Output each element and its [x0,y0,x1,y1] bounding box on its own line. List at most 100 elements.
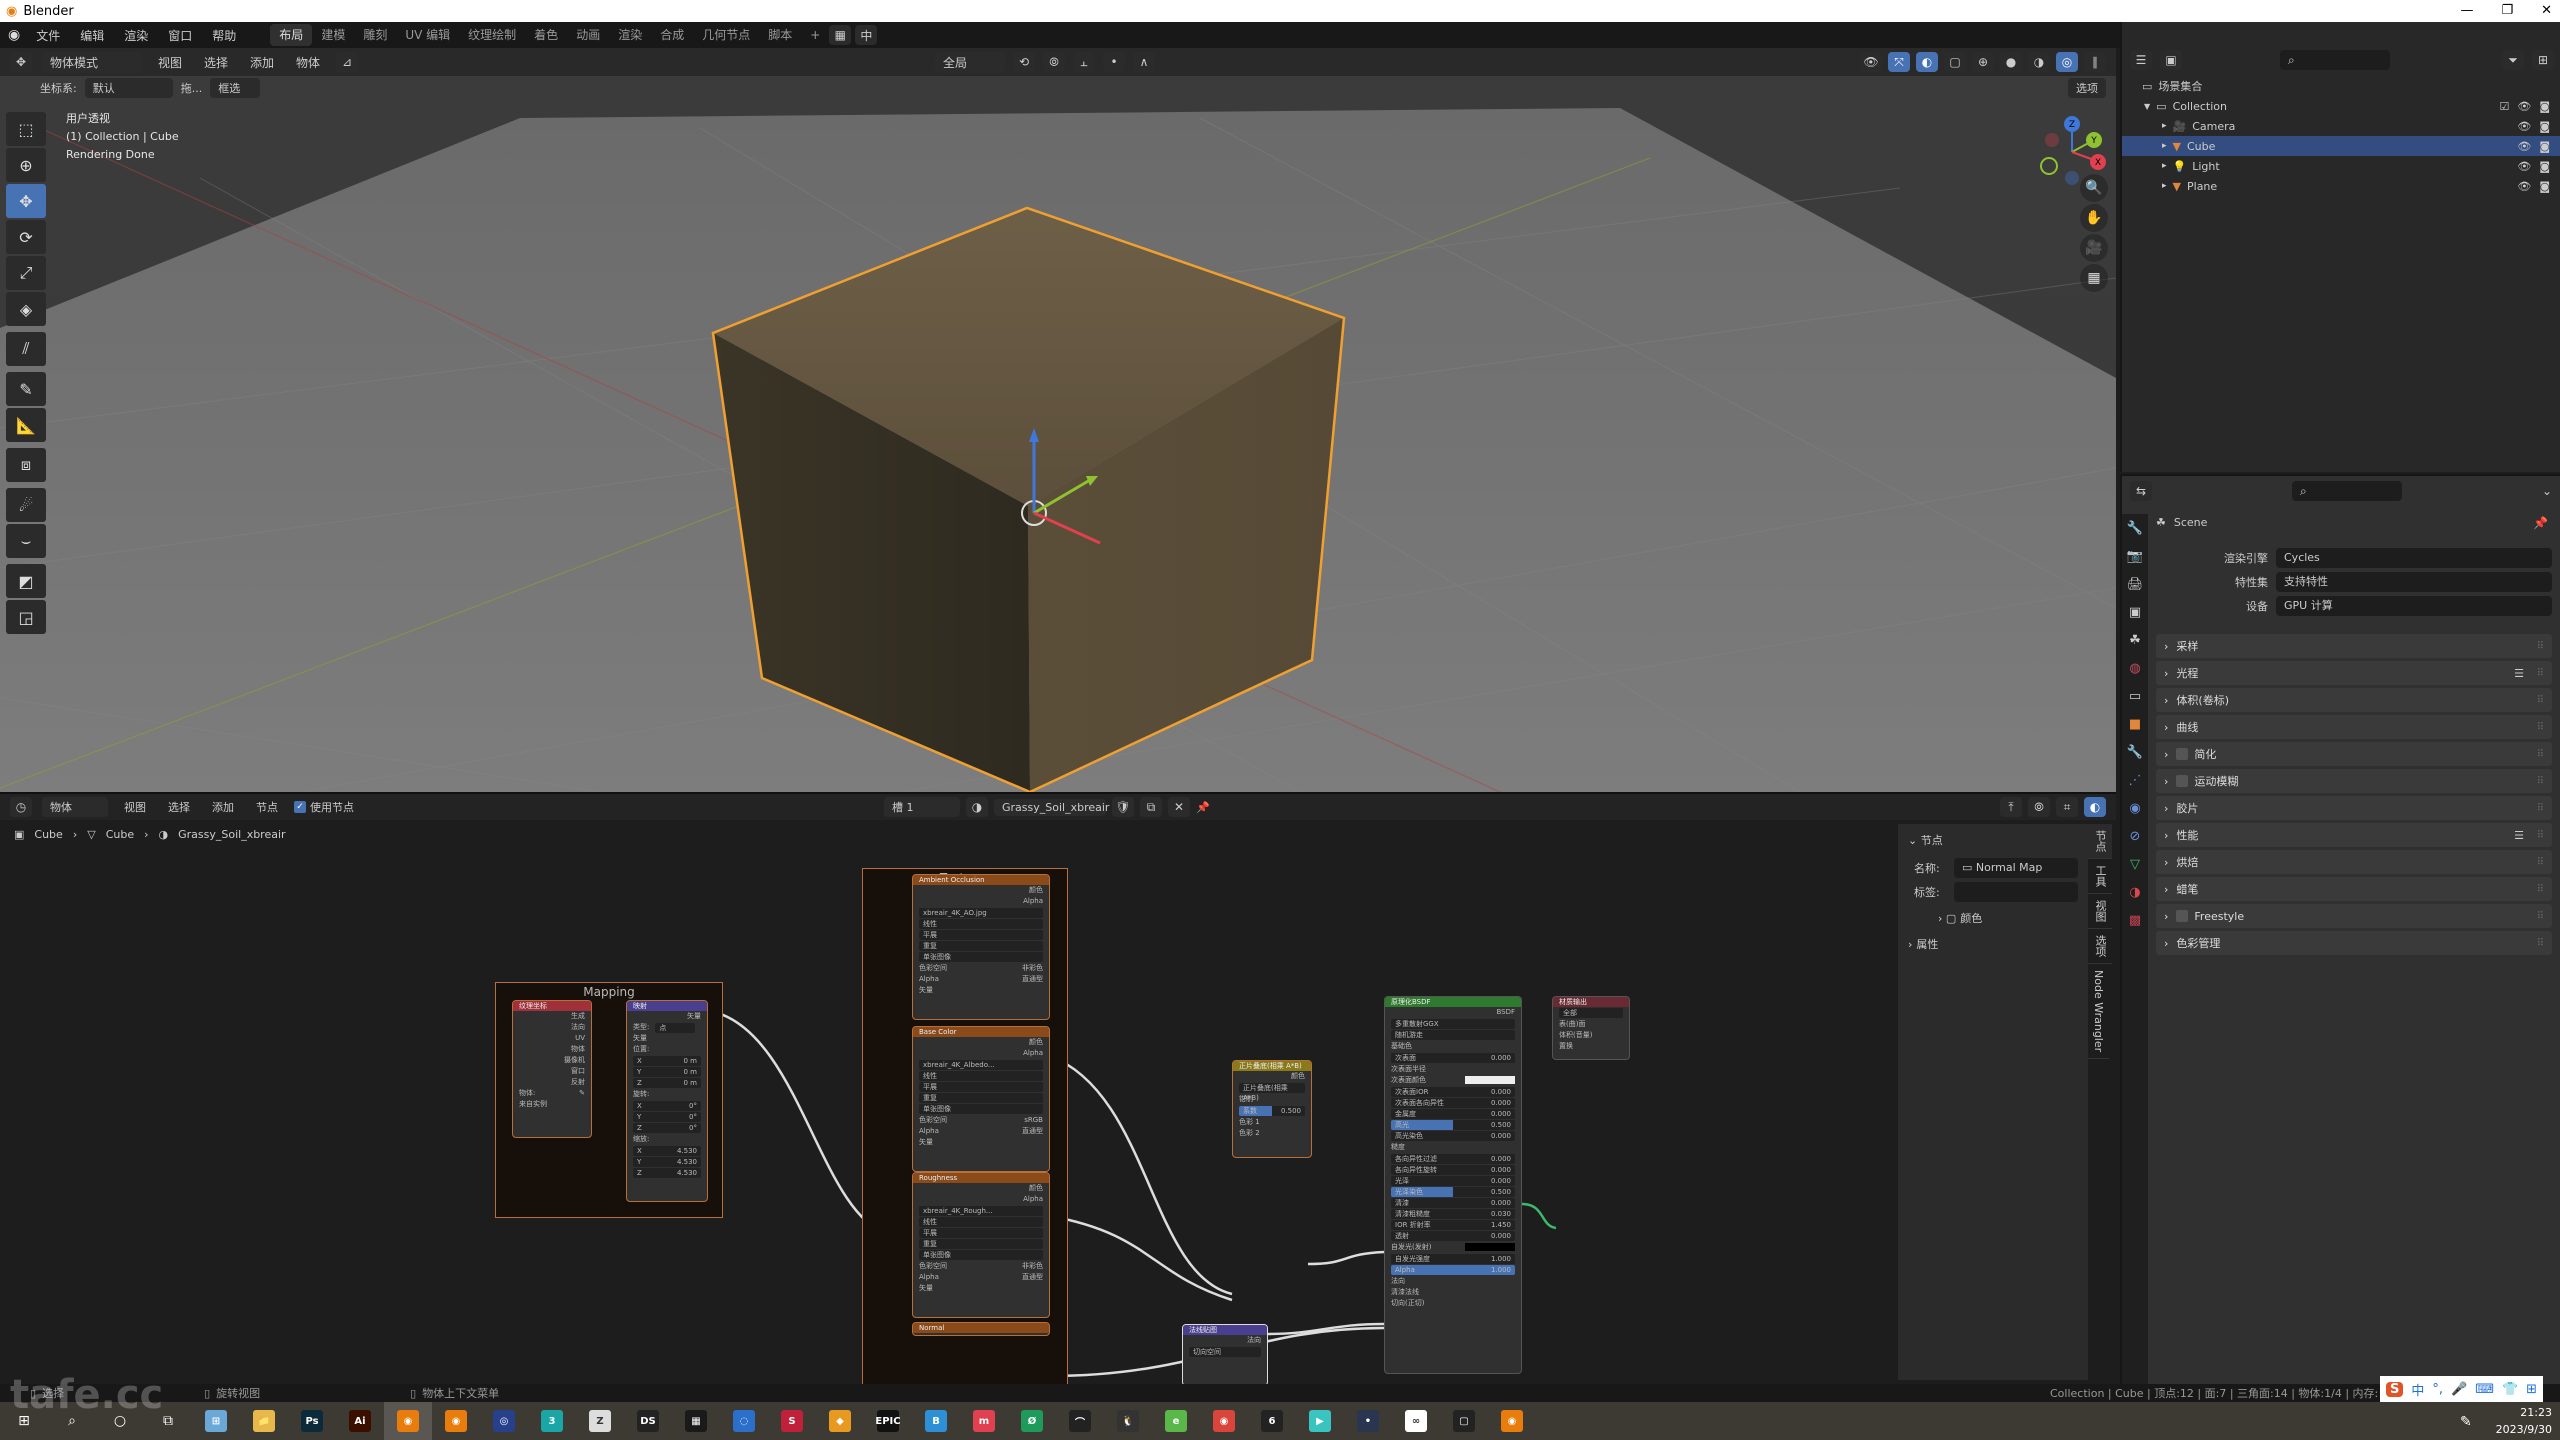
normal-map-node[interactable]: 法线贴图 法向 切向空间 [1182,1324,1268,1384]
options-dropdown[interactable]: 选项 [2068,78,2106,98]
color-swatch[interactable] [1465,1243,1515,1251]
drag-handle-icon[interactable]: ⠿ [2537,668,2544,679]
bsdf-input-socket[interactable]: 清漆法线 [1385,1287,1521,1298]
object-tab-icon[interactable]: ■ [2122,710,2148,738]
scale-tool[interactable]: ⤢ [6,256,46,290]
image-option-dropdown[interactable]: 平展 [919,1228,1043,1238]
shading-rendered-icon[interactable]: ◎ [2056,52,2078,72]
panel-4[interactable]: › 简化 ⠿ [2156,742,2552,766]
collection-row[interactable]: ▼ ▭ Collection ☑ 👁 ◙ [2122,96,2560,116]
sidebar-tab-view[interactable]: 视图 [2088,894,2112,929]
mapping-scl-x-field[interactable]: X 4.530 [633,1146,701,1156]
taskbar-app-app-cam[interactable]: ▢ [1440,1402,1488,1440]
menu-help[interactable]: 帮助 [202,27,246,44]
material-tab-icon[interactable]: ◑ [2122,878,2148,906]
visibility-eye-icon[interactable]: 👁 [2517,180,2531,193]
taskbar-app-zbrush[interactable]: Z [576,1402,624,1440]
gizmo-toggle-icon[interactable]: ⤧ [1888,52,1910,72]
taskbar-app-blender[interactable]: ◉ [384,1402,432,1440]
tab-animation[interactable]: 动画 [567,24,609,46]
output-input-socket[interactable]: 体积(音量) [1553,1030,1629,1041]
annotate-tool[interactable]: ⫽ [6,332,46,366]
presets-list-icon[interactable]: ☰ [2514,667,2524,680]
color-swatch[interactable] [1465,1076,1515,1084]
mix-rgb-node[interactable]: 正片叠底(相乘 A*B) 颜色 正片叠底(相乘 A*B) 钳制 系数 0.500 … [1232,1060,1312,1158]
colorspace-dropdown[interactable]: 非彩色 [1022,963,1043,974]
close-button[interactable]: ✕ [2541,0,2552,22]
panel-checkbox[interactable] [2176,775,2189,787]
collection-tab-icon[interactable]: ▭ [2122,682,2148,710]
ime-toolbar[interactable]: S 中 °, 🎤 ⌨ 👕 ⊞ [2380,1376,2544,1402]
taskbar-app-explorer-window[interactable]: ⊞ [192,1402,240,1440]
proportional-edit-icon[interactable]: • [1103,52,1125,72]
image-option-dropdown[interactable]: 线性 [919,1217,1043,1227]
mapping-rot-x-field[interactable]: X 0° [633,1101,701,1111]
ime-skin-icon[interactable]: 👕 [2502,1382,2518,1397]
taskbar-app-blender-2[interactable]: ◉ [432,1402,480,1440]
render-camera-icon[interactable]: ◙ [2539,120,2550,133]
scene-collection-row[interactable]: ▭ 场景集合 [2122,76,2560,96]
xray-icon[interactable]: ▢ [1944,52,1966,72]
panel-2[interactable]: › 体积(卷标) ⠿ [2156,688,2552,712]
bsdf-slider[interactable]: 透射 0.000 [1391,1231,1515,1241]
filter-icon[interactable]: ⏷ [2502,50,2524,70]
minimize-button[interactable]: — [2460,0,2473,22]
panel-1[interactable]: › 光程 ☰ ⠿ [2156,661,2552,685]
image-texture-node[interactable]: Ambient Occlusion 颜色 Alpha xbreair_4K_AO.jp… [912,874,1050,1020]
panel-11[interactable]: › 色彩管理 ⠿ [2156,931,2552,955]
mapping-node[interactable]: 映射 矢量 类型: 点 矢量 位置: X0 mY0 mZ0 m 旋转: X 0° Y 0… [626,1000,708,1202]
image-texture-node[interactable]: Normal [912,1322,1050,1336]
view-layer-tab-icon[interactable]: ▣ [2122,598,2148,626]
expand-icon[interactable]: ▸ [2162,181,2167,191]
editor-type-icon[interactable]: ✥ [10,52,32,72]
image-texture-node[interactable]: Roughness 颜色 Alpha xbreair_4K_Rough... 线性 平展重… [912,1172,1050,1318]
menu-edit[interactable]: 编辑 [70,27,114,44]
node-output-socket[interactable]: 反射 [513,1077,591,1088]
bsdf-input-socket[interactable]: 次表面颜色 [1385,1075,1521,1086]
image-option-dropdown[interactable]: 单张图像 [919,1250,1043,1260]
colorspace-dropdown[interactable]: sRGB [1024,1115,1043,1126]
node-name-field[interactable]: ▭ Normal Map [1954,858,2078,878]
ime-keyboard-icon[interactable]: ⌨ [2475,1382,2494,1397]
ortho-toggle-icon[interactable]: ▦ [2080,264,2108,292]
drag-handle-icon[interactable]: ⠿ [2537,884,2544,895]
node-color-panel[interactable]: › ▢ 颜色 [1938,910,1982,926]
clamp-checkbox[interactable]: 钳制 [1239,1094,1253,1105]
node-section-header[interactable]: ⌄ 节点 [1908,832,1943,848]
bsdf-slider[interactable]: 各向异性旋转 0.000 [1391,1165,1515,1175]
tab-sculpting[interactable]: 雕刻 [354,24,396,46]
shader-node-editor[interactable]: ◷ 物体 视图 选择 添加 节点 ✓ 使用节点 槽 1 ◑ Grassy_Soi… [0,792,2116,1384]
gpencil-icon[interactable]: ⊿ [336,52,359,72]
sidebar-tab-node-wrangler[interactable]: Node Wrangler [2088,964,2109,1060]
visibility-eye-icon[interactable]: 👁 [2517,120,2531,133]
bsdf-slider[interactable]: 次表面各向异性 0.000 [1391,1098,1515,1108]
falloff-icon[interactable]: ∧ [1133,52,1155,72]
viewport-menu-object[interactable]: 物体 [290,52,326,73]
output-input-socket[interactable]: 表(曲)面 [1553,1019,1629,1030]
outliner-item-light[interactable]: ▸ 💡 Light 👁 ◙ [2122,156,2560,176]
image-option-dropdown[interactable]: 平展 [919,1082,1043,1092]
image-file-field[interactable]: xbreair_4K_AO.jpg [919,908,1043,918]
bsdf-slider[interactable]: 光泽染色 0.500 [1391,1187,1515,1197]
taskbar-app-illustrator[interactable]: Ai [336,1402,384,1440]
image-file-field[interactable]: xbreair_4K_Rough... [919,1206,1043,1216]
plugin-icon[interactable]: ▦ [829,25,852,45]
property-dropdown[interactable]: Cycles [2276,548,2552,568]
coord-selector[interactable]: 默认 [84,78,173,98]
taskbar-app-qq[interactable]: 🐧 [1104,1402,1152,1440]
bsdf-slider[interactable]: 高光染色 0.000 [1391,1131,1515,1141]
viewport-menu-add[interactable]: 添加 [244,52,280,73]
from-instancer-checkbox[interactable]: 来自实例 [519,1099,547,1110]
pan-view-icon[interactable]: ✋ [2080,204,2108,232]
inset-tool[interactable]: ◩ [6,564,46,598]
overlay-toggle-icon[interactable]: ◐ [1916,52,1938,72]
panel-checkbox[interactable] [2176,748,2189,760]
outliner-item-camera[interactable]: ▸ 🎥 Camera 👁 ◙ [2122,116,2560,136]
render-camera-icon[interactable]: ◙ [2539,160,2550,173]
drag-handle-icon[interactable]: ⠿ [2537,641,2544,652]
node-output-socket[interactable]: 物体 [513,1044,591,1055]
menu-window[interactable]: 窗口 [158,27,202,44]
mapping-type-dropdown[interactable]: 点 [655,1023,695,1033]
taskbar-app-app-green[interactable]: Ø [1008,1402,1056,1440]
panel-checkbox[interactable] [2176,910,2189,922]
